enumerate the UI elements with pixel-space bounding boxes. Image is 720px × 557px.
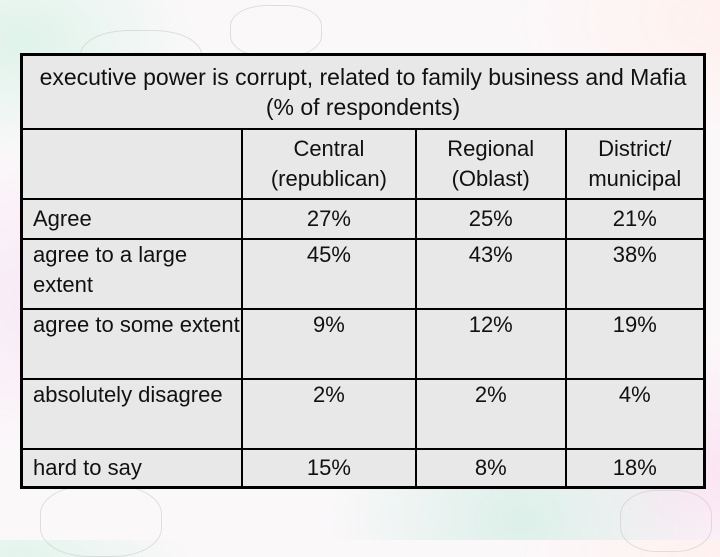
header-district-line2: municipal: [588, 166, 682, 191]
row-label: Agree: [20, 198, 243, 240]
cell-district: 38%: [564, 238, 706, 310]
row-label: agree to some extent: [20, 308, 243, 380]
row-label: absolutely disagree: [20, 378, 243, 450]
header-regional-line1: Regional: [447, 136, 535, 161]
cell-regional: 25%: [414, 198, 567, 240]
header-central-line2: (republican): [270, 166, 387, 191]
header-district-line1: District/: [598, 136, 672, 161]
survey-table: executive power is corrupt, related to f…: [20, 53, 706, 489]
table-row: agree to a large extent 45% 43% 38%: [20, 238, 706, 310]
background-map-outline: [230, 5, 322, 57]
cell-regional: 43%: [414, 238, 567, 310]
table-title: executive power is corrupt, related to f…: [20, 53, 706, 130]
background-map-outline: [620, 490, 712, 552]
cell-district: 4%: [564, 378, 706, 450]
row-label: agree to a large extent: [20, 238, 243, 310]
cell-regional: 12%: [414, 308, 567, 380]
cell-central: 15%: [240, 448, 417, 489]
cell-regional: 2%: [414, 378, 567, 450]
row-label: hard to say: [20, 448, 243, 489]
table-row: Agree 27% 25% 21%: [20, 198, 706, 240]
cell-regional: 8%: [414, 448, 567, 489]
header-central: Central (republican): [240, 128, 417, 200]
cell-central: 27%: [240, 198, 417, 240]
survey-table-container: executive power is corrupt, related to f…: [20, 53, 706, 489]
table-row: absolutely disagree 2% 2% 4%: [20, 378, 706, 450]
header-empty-cell: [20, 128, 243, 200]
background-map-outline: [40, 485, 162, 557]
cell-central: 9%: [240, 308, 417, 380]
cell-district: 18%: [564, 448, 706, 489]
header-regional-line2: (Oblast): [451, 166, 530, 191]
cell-district: 21%: [564, 198, 706, 240]
cell-central: 45%: [240, 238, 417, 310]
table-row: hard to say 15% 8% 18%: [20, 448, 706, 489]
cell-district: 19%: [564, 308, 706, 380]
header-central-line1: Central: [293, 136, 365, 161]
header-district: District/ municipal: [564, 128, 706, 200]
header-regional: Regional (Oblast): [414, 128, 567, 200]
table-row: agree to some extent 9% 12% 19%: [20, 308, 706, 380]
table-header-row: Central (republican) Regional (Oblast) D…: [20, 128, 706, 200]
table-title-row: executive power is corrupt, related to f…: [20, 53, 706, 130]
cell-central: 2%: [240, 378, 417, 450]
